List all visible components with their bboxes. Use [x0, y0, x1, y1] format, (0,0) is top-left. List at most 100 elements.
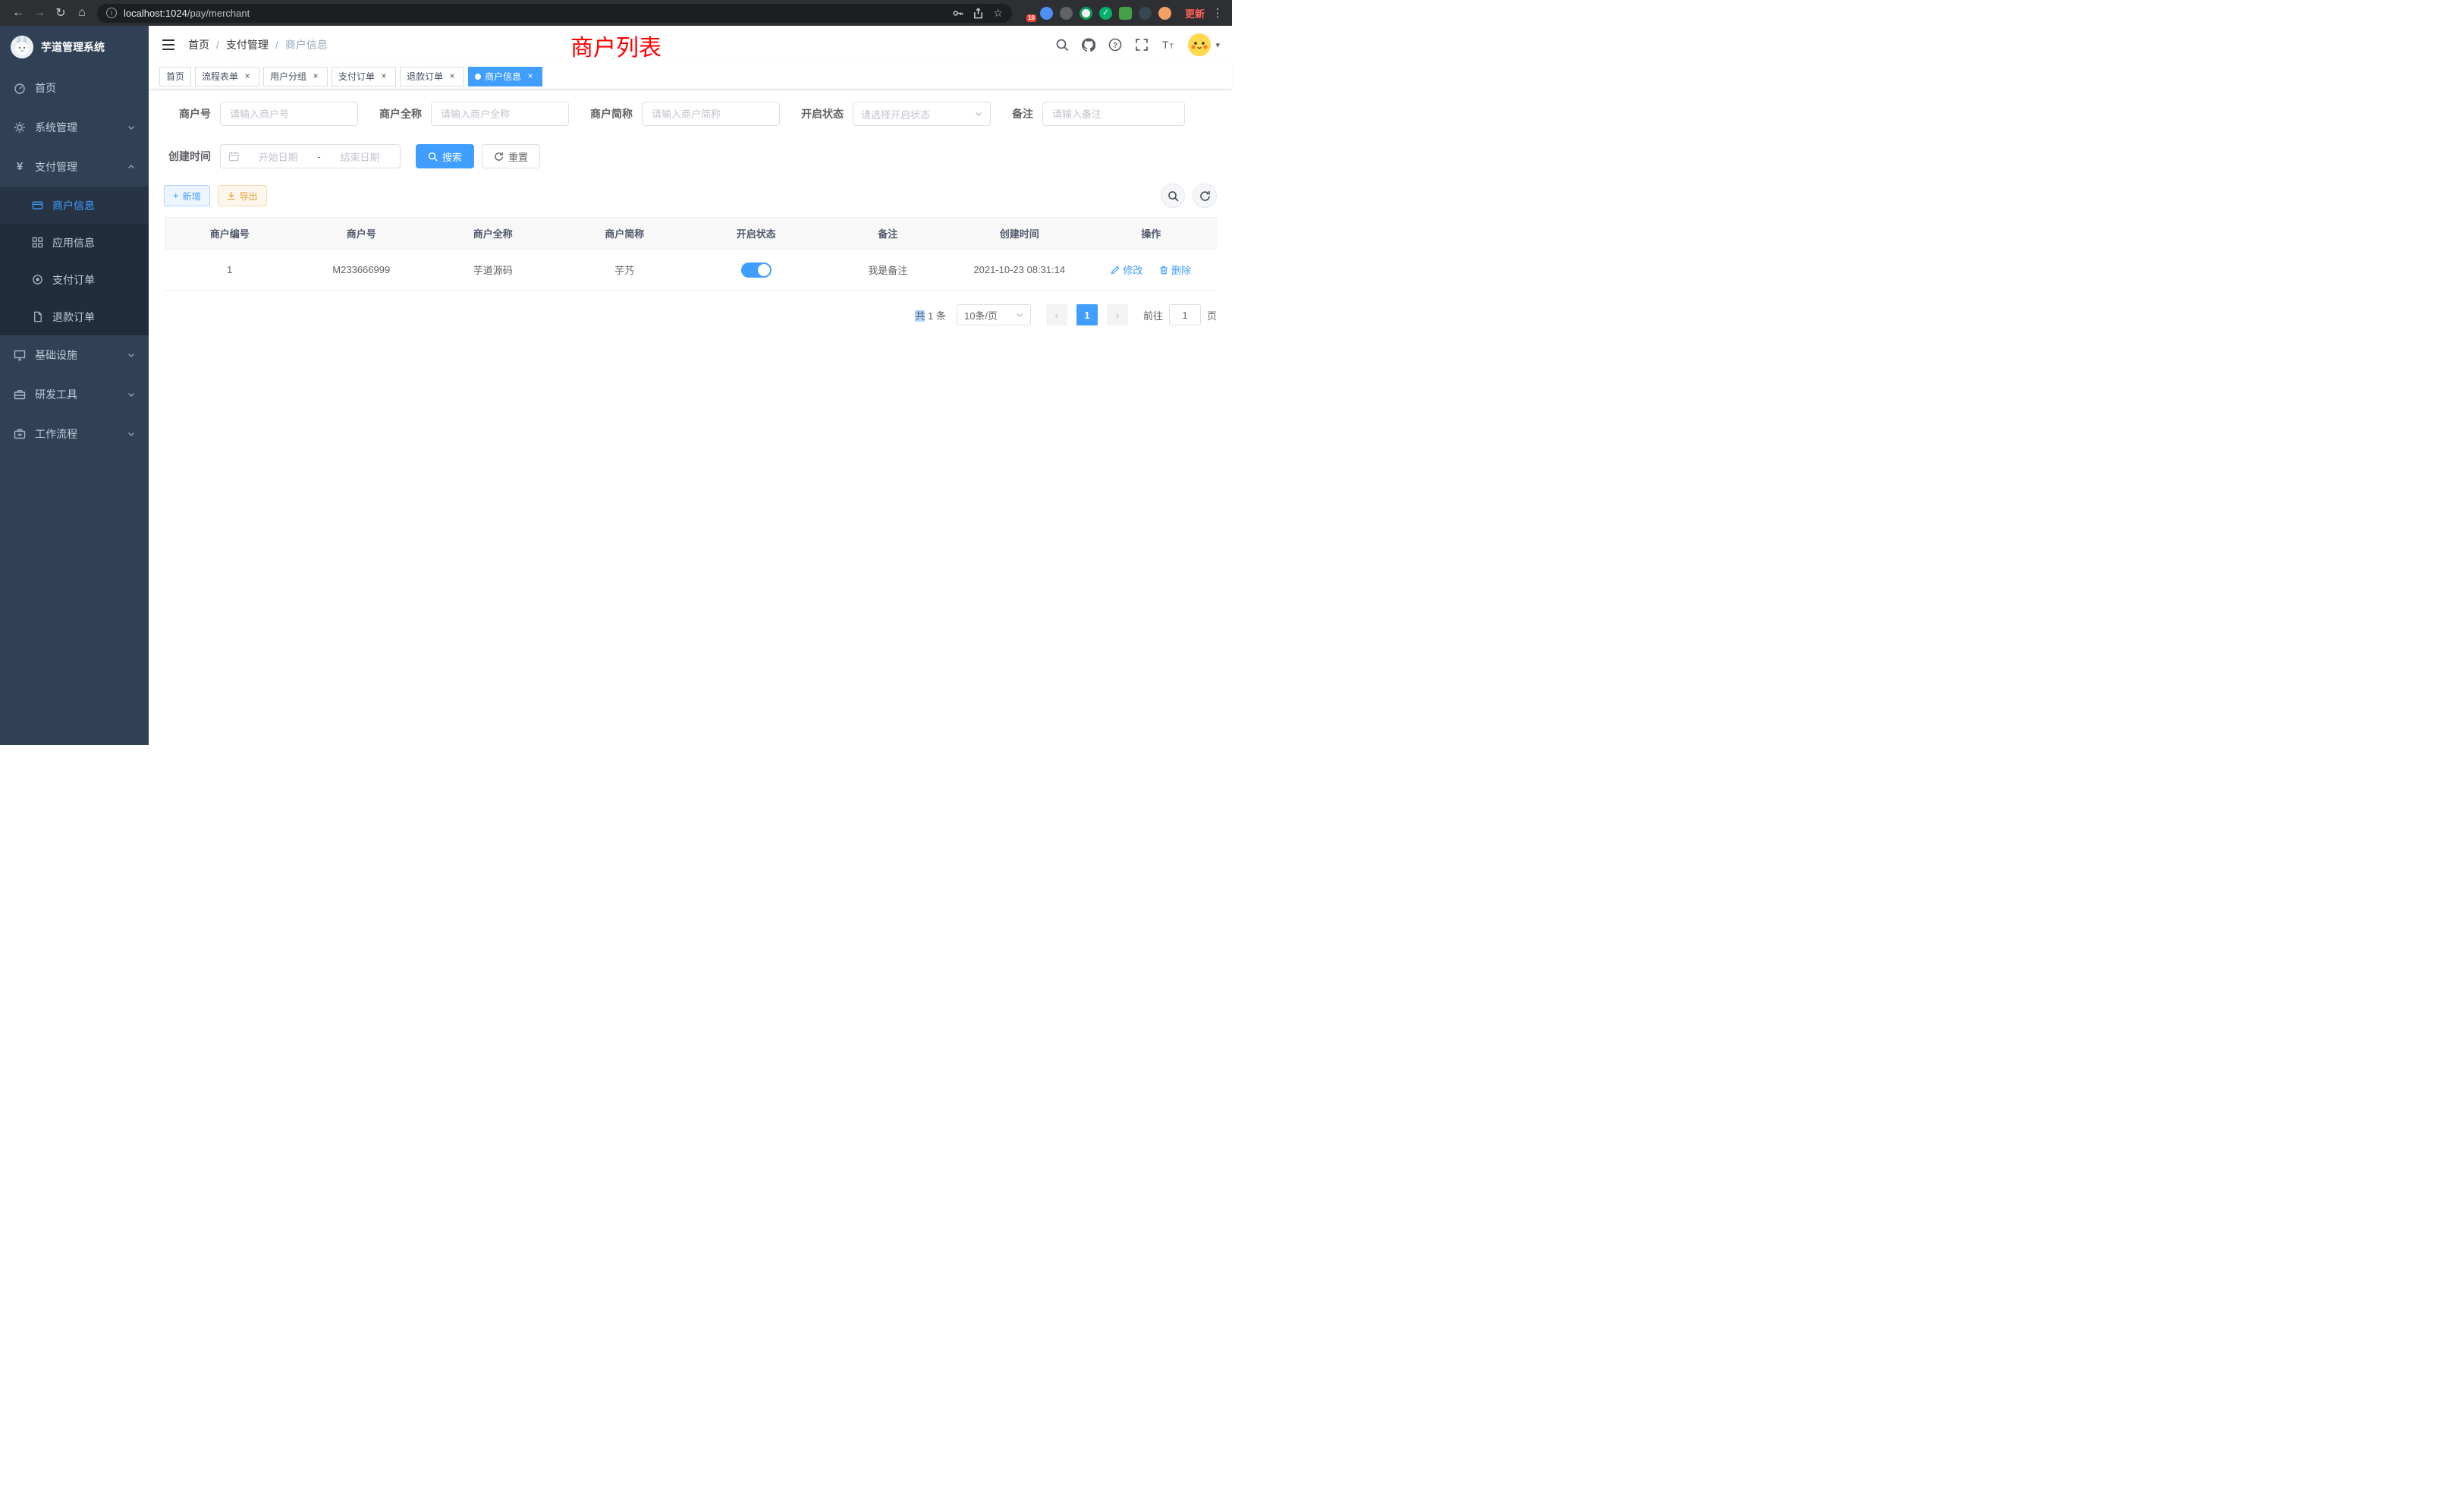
calendar-icon [228, 151, 239, 162]
goto-page-input[interactable] [1169, 304, 1201, 325]
chrome-update-button[interactable]: 更新 [1185, 6, 1205, 20]
browser-home-icon[interactable]: ⌂ [71, 2, 93, 24]
github-icon[interactable] [1082, 38, 1095, 52]
extension-icon[interactable] [1060, 7, 1073, 20]
sidebar-item-merchant-info[interactable]: 商户信息 [0, 187, 149, 224]
tab-refund-order[interactable]: 退款订单 × [400, 67, 464, 86]
sidebar-item-pay-order[interactable]: 支付订单 [0, 261, 149, 298]
search-icon [1168, 190, 1179, 202]
merchant-short-name-input[interactable] [642, 102, 780, 126]
status-toggle[interactable] [741, 262, 772, 278]
sidebar-item-workflow[interactable]: 工作流程 [0, 414, 149, 454]
merchant-full-name-input[interactable] [431, 102, 569, 126]
chevron-down-icon [127, 430, 135, 438]
pagination: 共 1 条 10条/页 ‹ 1 › 前往 页 [164, 304, 1217, 325]
toggle-search-button[interactable] [1161, 184, 1185, 208]
close-icon[interactable]: × [447, 71, 457, 82]
refresh-table-button[interactable] [1193, 184, 1217, 208]
tab-label: 流程表单 [202, 70, 238, 83]
close-icon[interactable]: × [310, 71, 321, 82]
add-button[interactable]: + 新增 [164, 185, 210, 206]
delete-link[interactable]: 删除 [1159, 262, 1191, 277]
sidebar-item-app-info[interactable]: 应用信息 [0, 224, 149, 261]
tab-user-group[interactable]: 用户分组 × [263, 67, 328, 86]
profile-avatar-icon[interactable] [1158, 7, 1171, 20]
url-path: /pay/merchant [187, 8, 250, 19]
user-menu[interactable]: ▾ [1188, 33, 1220, 56]
tab-merchant-info[interactable]: 商户信息 × [468, 67, 542, 86]
cell-short-name: 芋艿 [559, 250, 691, 291]
edit-link[interactable]: 修改 [1111, 262, 1142, 277]
fullscreen-icon[interactable] [1135, 38, 1149, 52]
sidebar-item-label: 商户信息 [52, 198, 95, 213]
close-icon[interactable]: × [525, 71, 536, 82]
tab-process-form[interactable]: 流程表单 × [195, 67, 259, 86]
top-navbar: 首页 / 支付管理 / 商户信息 ? [149, 26, 1232, 64]
page-1-button[interactable]: 1 [1076, 304, 1098, 325]
browser-menu-icon[interactable]: ⋮ [1211, 6, 1224, 20]
tab-pay-order[interactable]: 支付订单 × [332, 67, 396, 86]
breadcrumb: 首页 / 支付管理 / 商户信息 [188, 37, 328, 52]
search-button[interactable]: 搜索 [416, 144, 474, 168]
total-count: 1 [928, 310, 933, 322]
tab-label: 首页 [166, 70, 184, 83]
tab-home[interactable]: 首页 [159, 67, 191, 86]
next-page-button[interactable]: › [1107, 304, 1128, 325]
sidebar-item-dev-tools[interactable]: 研发工具 [0, 375, 149, 414]
sidebar-item-refund-order[interactable]: 退款订单 [0, 298, 149, 335]
caret-down-icon: ▾ [1215, 40, 1220, 50]
sidebar-item-payment[interactable]: ¥ 支付管理 [0, 147, 149, 187]
browser-forward-icon[interactable]: → [29, 2, 50, 24]
close-icon[interactable]: × [379, 71, 389, 82]
cell-remark: 我是备注 [822, 250, 954, 291]
tags-view-bar: 首页 流程表单 × 用户分组 × 支付订单 × 退款订单 × 商户信息 × [149, 64, 1232, 90]
merchant-table: 商户编号 商户号 商户全称 商户简称 开启状态 备注 创建时间 操作 1 M23… [164, 217, 1217, 291]
share-icon[interactable] [973, 8, 984, 19]
extension-icon[interactable]: ✓ [1099, 7, 1112, 20]
password-key-icon[interactable] [952, 8, 963, 19]
sidebar-toggle-icon[interactable] [161, 37, 176, 52]
extension-icon[interactable] [1139, 7, 1152, 20]
extension-icon[interactable] [1119, 7, 1132, 20]
edit-pencil-icon [1111, 266, 1120, 275]
sidebar-item-label: 首页 [35, 80, 56, 96]
breadcrumb-home[interactable]: 首页 [188, 37, 209, 52]
cell-merchant-id: 1 [164, 250, 296, 291]
site-info-icon[interactable]: i [106, 8, 117, 18]
prev-page-button[interactable]: ‹ [1046, 304, 1067, 325]
status-select[interactable]: 请选择开启状态 [853, 102, 991, 126]
monitor-icon [14, 349, 26, 361]
browser-back-icon[interactable]: ← [8, 2, 29, 24]
close-icon[interactable]: × [242, 71, 253, 82]
extension-icon[interactable] [1040, 7, 1053, 20]
remark-input[interactable] [1042, 102, 1185, 126]
sidebar-item-label: 退款订单 [52, 310, 95, 325]
total-suffix: 条 [936, 310, 946, 322]
header-search-icon[interactable] [1055, 38, 1069, 52]
bookmark-star-icon[interactable]: ☆ [993, 7, 1003, 20]
goto-label: 前往 [1143, 308, 1163, 322]
tab-label: 商户信息 [485, 70, 521, 83]
sidebar-item-system[interactable]: 系统管理 [0, 108, 149, 147]
browser-reload-icon[interactable]: ↻ [50, 2, 71, 24]
export-button[interactable]: 导出 [218, 185, 267, 206]
start-date-placeholder: 开始日期 [246, 149, 310, 164]
extension-icon[interactable] [1080, 7, 1092, 20]
extension-puzzle-icon[interactable]: 10 [1020, 6, 1033, 20]
sidebar-item-infrastructure[interactable]: 基础设施 [0, 335, 149, 375]
sidebar-item-label: 支付订单 [52, 272, 95, 288]
table-row: 1 M233666999 芋道源码 芋艿 我是备注 2021-10-23 08:… [164, 250, 1217, 291]
sidebar-item-home[interactable]: 首页 [0, 68, 149, 108]
app-logo[interactable]: 芋道管理系统 [0, 26, 149, 68]
end-date-placeholder: 结束日期 [328, 149, 392, 164]
page-size-select[interactable]: 10条/页 [957, 304, 1031, 325]
breadcrumb-current: 商户信息 [285, 37, 328, 52]
user-avatar [1188, 33, 1211, 56]
create-time-range-picker[interactable]: 开始日期 - 结束日期 [220, 144, 401, 168]
merchant-no-input[interactable] [220, 102, 358, 126]
extension-badge: 10 [1026, 14, 1036, 22]
reset-button[interactable]: 重置 [482, 144, 540, 168]
font-size-icon[interactable]: TT [1161, 38, 1175, 52]
address-bar[interactable]: i localhost:1024/pay/merchant ☆ [97, 4, 1012, 23]
help-icon[interactable]: ? [1108, 38, 1122, 52]
